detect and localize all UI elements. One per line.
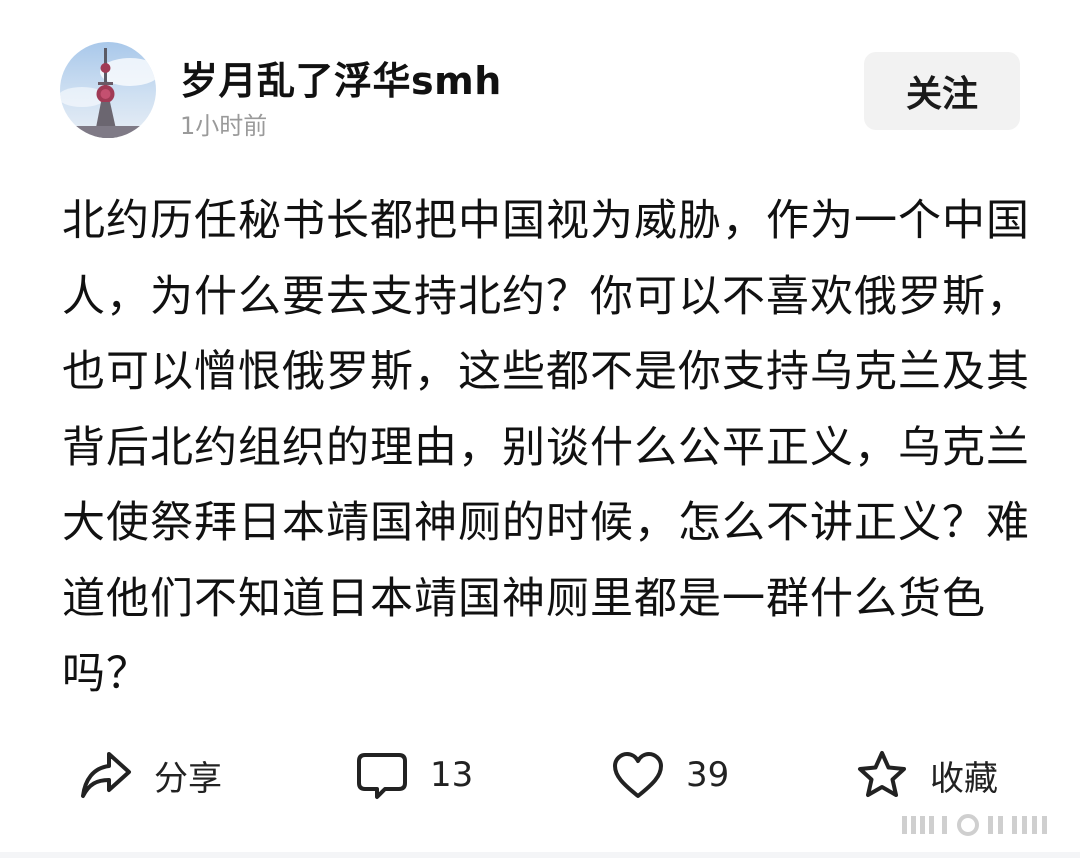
post-header: 岁月乱了浮华smh 1小时前 关注	[60, 42, 1020, 140]
post-card: 岁月乱了浮华smh 1小时前 关注 北约历任秘书长都把中国视为威胁，作为一个中国…	[0, 0, 1080, 858]
favorite-label: 收藏	[930, 758, 998, 799]
follow-button[interactable]: 关注	[864, 52, 1020, 130]
heart-icon	[610, 747, 666, 803]
avatar[interactable]	[60, 42, 156, 138]
action-bar: 分享 13 39 收藏	[0, 740, 1080, 810]
share-button[interactable]: 分享	[78, 740, 222, 810]
bottom-divider	[0, 852, 1080, 858]
watermark-logo	[898, 810, 1058, 840]
like-button[interactable]: 39	[610, 740, 729, 810]
favorite-button[interactable]: 收藏	[854, 740, 998, 810]
author-name[interactable]: 岁月乱了浮华smh	[180, 50, 502, 105]
share-label: 分享	[154, 758, 222, 799]
comment-count: 13	[430, 755, 474, 795]
comment-icon	[354, 747, 410, 803]
tower-photo-icon	[60, 48, 156, 138]
like-count: 39	[686, 755, 730, 795]
post-body-text: 北约历任秘书长都把中国视为威胁，作为一个中国人，为什么要去支持北约？你可以不喜欢…	[62, 196, 1030, 699]
comment-button[interactable]: 13	[354, 740, 473, 810]
post-time: 1小时前	[180, 112, 268, 140]
star-icon	[854, 747, 910, 803]
share-icon	[78, 747, 134, 803]
